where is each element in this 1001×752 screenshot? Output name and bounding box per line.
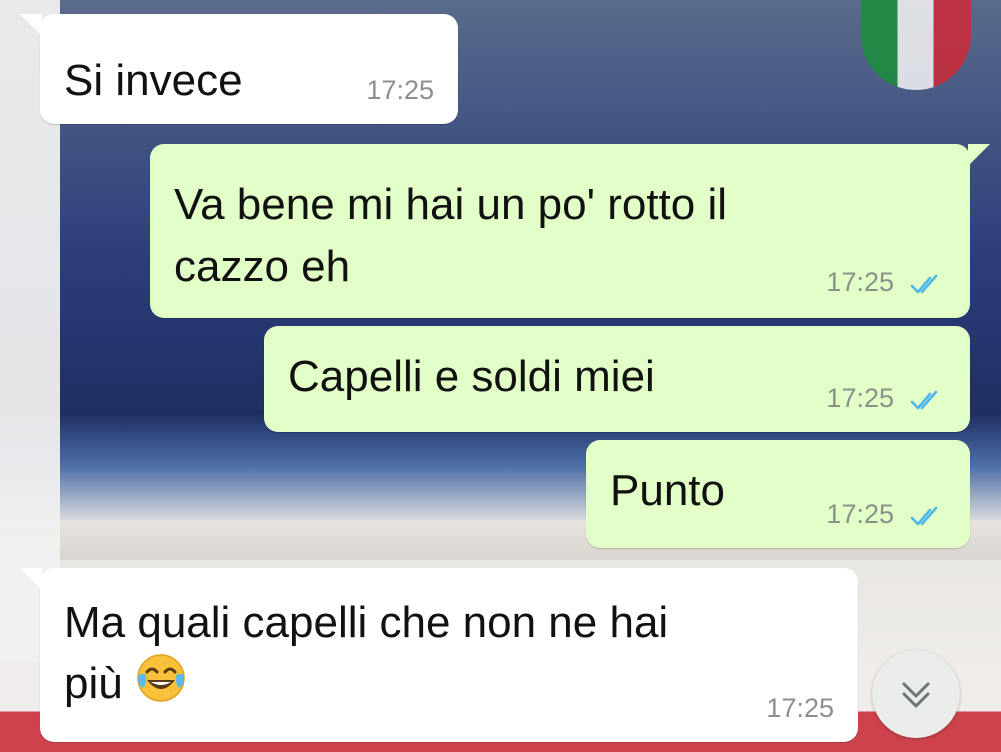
face-with-tears-of-joy-icon bbox=[137, 654, 185, 702]
message-timestamp: 17:25 bbox=[826, 383, 894, 413]
message-text-line: più bbox=[64, 659, 123, 708]
message-bubble-outgoing[interactable]: Capelli e soldi miei 17:25 bbox=[264, 326, 970, 432]
message-bubble-outgoing[interactable]: Punto 17:25 bbox=[586, 440, 970, 548]
message-timestamp: 17:25 bbox=[366, 75, 434, 105]
bubble-tail bbox=[20, 14, 42, 36]
message-bubble-incoming[interactable]: Ma quali capelli che non ne hai più 17:2… bbox=[20, 568, 858, 742]
double-chevron-down-icon bbox=[902, 682, 930, 708]
message-text-line-wrapper: più bbox=[64, 652, 187, 715]
double-check-icon bbox=[910, 506, 938, 526]
scroll-to-bottom-button[interactable] bbox=[872, 650, 960, 738]
bubble-tail bbox=[20, 568, 42, 590]
message-text-line: Ma quali capelli che non ne hai bbox=[64, 598, 669, 647]
bubble-tail bbox=[968, 144, 990, 166]
message-bubble-incoming[interactable]: Si invece 17:25 bbox=[20, 14, 458, 124]
message-text: Si invece bbox=[64, 56, 243, 105]
message-timestamp: 17:25 bbox=[826, 267, 894, 297]
message-text: Capelli e soldi miei bbox=[288, 352, 655, 401]
wallpaper-flag bbox=[861, 0, 971, 90]
message-text-line: cazzo eh bbox=[174, 242, 351, 291]
message-timestamp: 17:25 bbox=[766, 693, 834, 723]
message-text-line: Va bene mi hai un po' rotto il bbox=[174, 180, 728, 229]
double-check-icon bbox=[910, 390, 938, 410]
message-text: Punto bbox=[610, 466, 725, 515]
double-check-icon bbox=[910, 274, 938, 294]
message-bubble-outgoing[interactable]: Va bene mi hai un po' rotto il cazzo eh … bbox=[150, 144, 990, 318]
message-timestamp: 17:25 bbox=[826, 499, 894, 529]
